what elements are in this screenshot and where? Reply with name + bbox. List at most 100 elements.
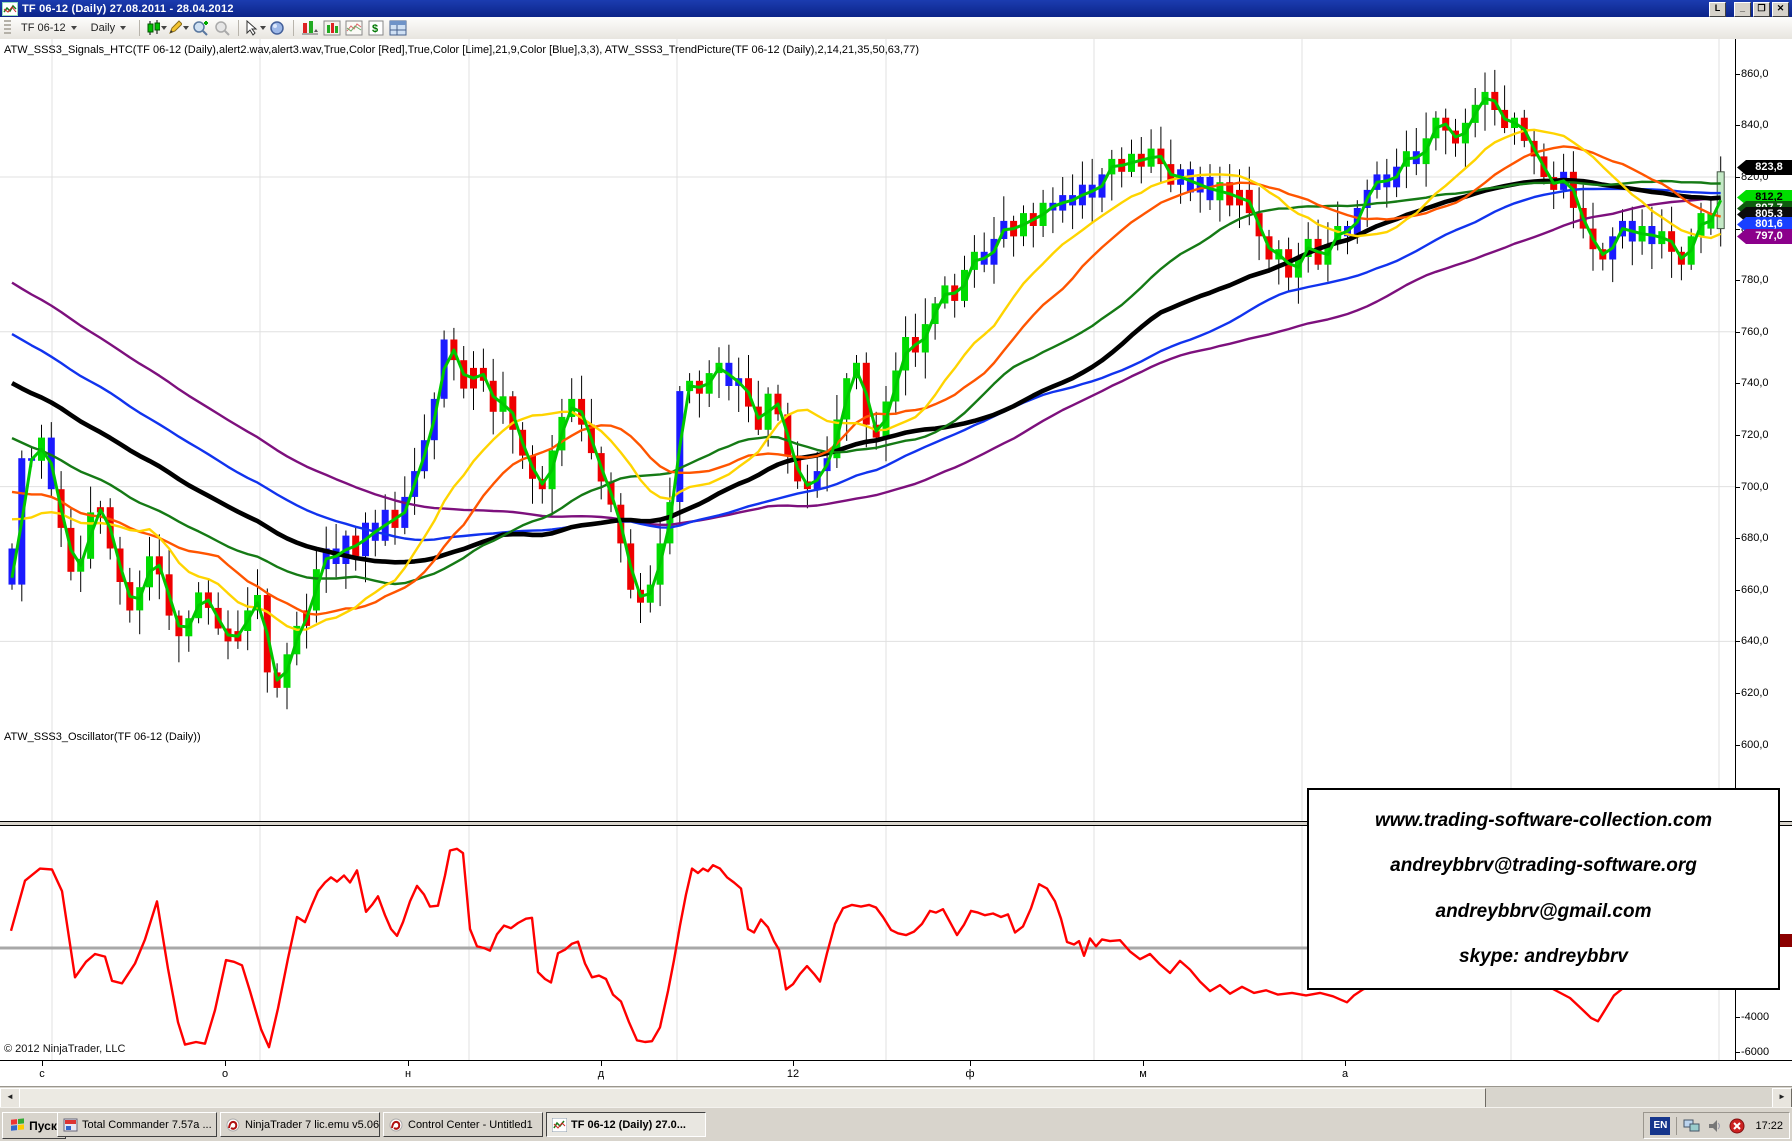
time-axis-tick <box>970 1060 971 1066</box>
price-axis-label: 620,0 <box>1741 687 1791 699</box>
dollar-icon: $ <box>368 20 384 36</box>
scroll-right-button[interactable]: ► <box>1772 1088 1792 1108</box>
cursor-icon <box>245 20 259 36</box>
toolbar-grip[interactable] <box>4 20 11 36</box>
chart-app-icon <box>552 1118 567 1132</box>
chevron-down-icon <box>71 26 77 30</box>
taskbar-task-button[interactable]: Control Center - Untitled1 <box>383 1112 543 1137</box>
zoom-in-button[interactable] <box>189 19 211 38</box>
security-alert-icon[interactable] <box>1729 1118 1745 1134</box>
interval-value: Daily <box>91 22 115 34</box>
crosshair-icon <box>269 20 286 37</box>
svg-text:$: $ <box>372 23 378 35</box>
price-axis-label: 840,0 <box>1741 119 1791 131</box>
time-axis-label: ф <box>955 1068 985 1080</box>
minimize-button[interactable]: _ <box>1734 2 1751 17</box>
drawing-tools-icon <box>167 20 182 36</box>
close-button[interactable]: ✕ <box>1772 2 1789 17</box>
chevron-down-icon <box>161 26 167 30</box>
time-axis-label: н <box>393 1068 423 1080</box>
oscillator-axis-label: -4000 <box>1741 1011 1791 1023</box>
watermark-line: andreybbrv@trading-software.org <box>1309 855 1778 877</box>
price-axis-label: 700,0 <box>1741 481 1791 493</box>
chevron-down-icon <box>260 26 266 30</box>
task-button-label: NinjaTrader 7 lic.emu v5.06 <box>245 1119 379 1131</box>
watermark-line: skype: andreybbrv <box>1309 946 1778 968</box>
link-button[interactable]: L <box>1709 2 1726 17</box>
restore-button[interactable]: ❐ <box>1753 2 1770 17</box>
instrument-value: TF 06-12 <box>21 22 66 34</box>
price-axis-label: 600,0 <box>1741 739 1791 751</box>
price-axis-label: 680,0 <box>1741 532 1791 544</box>
taskbar-task-button[interactable]: Total Commander 7.57a ... <box>57 1112 217 1137</box>
watermark-box: www.trading-software-collection.com andr… <box>1307 788 1780 990</box>
chart-style-button[interactable] <box>145 19 167 38</box>
price-axis-tick <box>1735 383 1740 384</box>
price-axis-label: 860,0 <box>1741 68 1791 80</box>
network-icon[interactable] <box>1683 1118 1701 1134</box>
scroll-left-button[interactable]: ◄ <box>0 1088 20 1108</box>
taskbar-task-button[interactable]: NinjaTrader 7 lic.emu v5.06 <box>220 1112 380 1137</box>
price-axis-tick <box>1735 280 1740 281</box>
price-axis-tick <box>1735 332 1740 333</box>
drawing-tools-button[interactable] <box>167 19 189 38</box>
price-axis-label: 720,0 <box>1741 429 1791 441</box>
language-indicator[interactable]: EN <box>1650 1117 1670 1135</box>
price-axis-label: 640,0 <box>1741 635 1791 647</box>
instrument-dropdown[interactable]: TF 06-12 <box>15 21 83 35</box>
time-axis-tick <box>793 1060 794 1066</box>
cursor-mode-button[interactable] <box>244 19 266 38</box>
price-panel-label: ATW_SSS3_Signals_HTC(TF 06-12 (Daily),al… <box>4 44 919 56</box>
interval-dropdown[interactable]: Daily <box>85 21 132 35</box>
mini-chart-button[interactable] <box>343 19 365 38</box>
properties-button[interactable] <box>387 19 409 38</box>
time-axis-label: 12 <box>778 1068 808 1080</box>
price-axis-tick <box>1735 641 1740 642</box>
scrollbar-thumb[interactable] <box>19 1088 1486 1108</box>
price-axis-tick <box>1735 125 1740 126</box>
horizontal-scrollbar[interactable]: ◄ ► <box>0 1086 1792 1107</box>
watermark-line: www.trading-software-collection.com <box>1309 810 1778 832</box>
watermark-line: andreybbrv@gmail.com <box>1309 901 1778 923</box>
oscillator-panel-label: ATW_SSS3_Oscillator(TF 06-12 (Daily)) <box>4 731 201 743</box>
time-axis-label: с <box>27 1068 57 1080</box>
indicators-button[interactable] <box>321 19 343 38</box>
time-axis-line <box>0 1060 1792 1061</box>
time-axis-tick <box>42 1060 43 1066</box>
time-axis-tick <box>1143 1060 1144 1066</box>
price-axis-tick <box>1735 74 1740 75</box>
zoom-in-icon <box>192 20 209 37</box>
oscillator-axis-tick <box>1735 1017 1740 1018</box>
windows-logo-icon <box>11 1118 25 1132</box>
price-axis-tick <box>1735 745 1740 746</box>
chart-style-icon <box>146 20 160 36</box>
properties-icon <box>389 20 407 36</box>
oscillator-axis-tick <box>1735 1052 1740 1053</box>
volume-icon[interactable] <box>1707 1118 1723 1134</box>
crosshair-button[interactable] <box>266 19 288 38</box>
oscillator-value-marker <box>1780 934 1792 947</box>
time-axis-label: м <box>1128 1068 1158 1080</box>
chart-trader-button[interactable] <box>299 19 321 38</box>
task-button-label: Total Commander 7.57a ... <box>82 1119 212 1131</box>
oscillator-axis-label: -6000 <box>1741 1046 1791 1058</box>
price-panel-plot[interactable] <box>0 39 1735 821</box>
window-title: TF 06-12 (Daily) 27.08.2011 - 28.04.2012 <box>22 3 234 15</box>
time-axis-tick <box>225 1060 226 1066</box>
price-axis-tick <box>1735 487 1740 488</box>
data-series-button[interactable]: $ <box>365 19 387 38</box>
toolbar: TF 06-12 Daily <box>0 17 1792 40</box>
tc-app-icon <box>63 1118 78 1132</box>
price-axis-tick <box>1735 538 1740 539</box>
task-button-label: Control Center - Untitled1 <box>408 1119 533 1131</box>
tray-separator <box>1676 1117 1677 1135</box>
price-tag: 823,8 <box>1737 160 1792 175</box>
price-axis-tick <box>1735 693 1740 694</box>
nt-app-icon <box>226 1118 241 1132</box>
time-axis-label: а <box>1330 1068 1360 1080</box>
taskbar-task-button[interactable]: TF 06-12 (Daily) 27.0... <box>546 1112 706 1137</box>
zoom-out-button[interactable] <box>211 19 233 38</box>
price-axis-tick <box>1735 177 1740 178</box>
time-axis-label: д <box>586 1068 616 1080</box>
taskbar: Пуск Total Commander 7.57a ...NinjaTrade… <box>0 1107 1792 1141</box>
